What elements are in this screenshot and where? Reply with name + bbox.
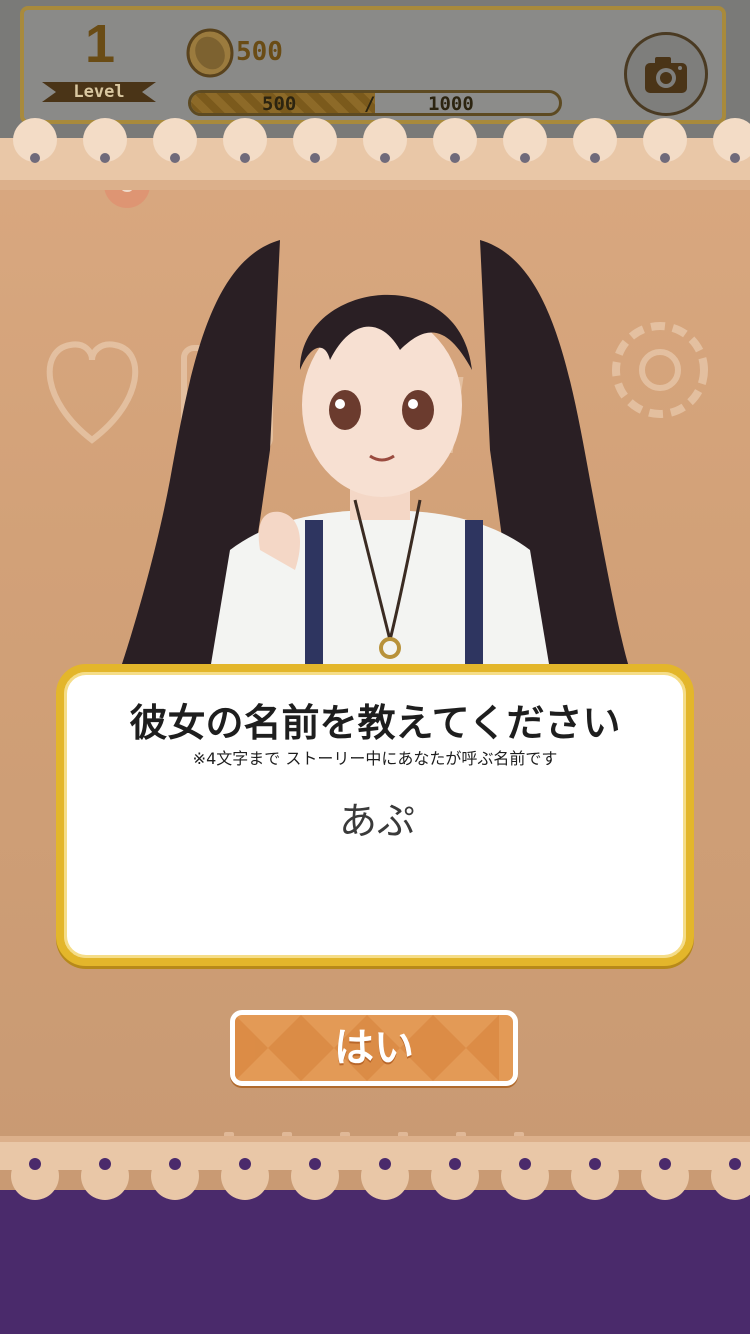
camera-button[interactable]	[624, 32, 708, 116]
bottom-lace-trim	[0, 1136, 750, 1200]
level-number: 1	[84, 14, 116, 74]
xp-max: 1000	[428, 93, 474, 115]
coin-icon	[186, 28, 234, 78]
heroine-character	[120, 240, 630, 670]
level-label: Level	[73, 82, 125, 102]
xp-current: 500	[262, 93, 297, 115]
coin-count: 500	[236, 37, 283, 67]
dialog-note: ※4文字まで ストーリー中にあなたが呼ぶ名前です	[192, 749, 558, 768]
name-input[interactable]	[140, 788, 614, 846]
camera-icon	[645, 57, 687, 93]
top-lace-trim	[0, 118, 750, 190]
dialog-title: 彼女の名前を教えてください	[129, 701, 621, 745]
yes-button[interactable]: はい	[230, 1010, 518, 1086]
xp-separator: /	[364, 93, 376, 115]
yes-button-label: はい	[334, 1025, 414, 1071]
